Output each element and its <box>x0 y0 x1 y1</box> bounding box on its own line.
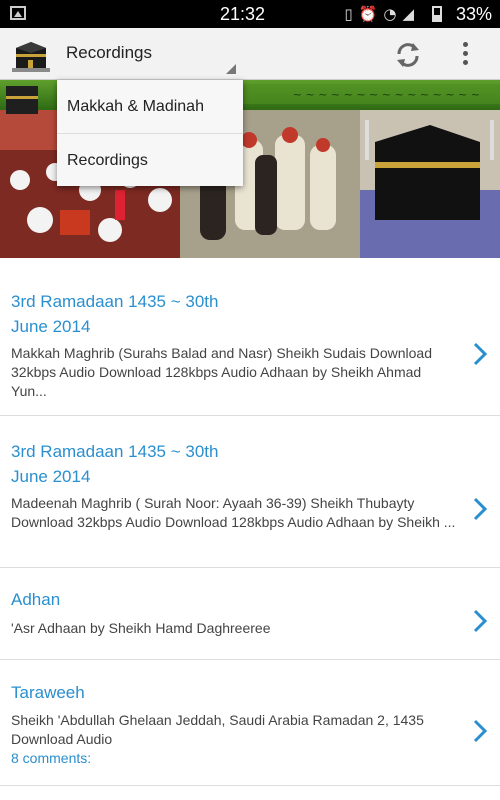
alarm-icon: ⏰ <box>358 5 384 23</box>
chevron-right-icon[interactable] <box>472 496 488 522</box>
item-body: 'Asr Adhaan by Sheikh Hamd Daghreeree <box>11 620 271 636</box>
dropdown-item-recordings[interactable]: Recordings <box>57 133 243 186</box>
action-bar: Recordings <box>0 28 500 80</box>
vibrate-icon: ▯ <box>344 5 359 23</box>
item-title-line: June 2014 <box>11 467 91 486</box>
refresh-icon[interactable] <box>393 40 423 70</box>
wifi-icon: ◔ <box>383 5 403 23</box>
item-title-line: 3rd Ramadaan 1435 ~ 30th <box>11 442 219 461</box>
comments-link[interactable]: 8 comments: <box>11 749 460 767</box>
item-title: 3rd Ramadaan 1435 ~ 30th June 2014 <box>11 439 460 489</box>
item-title: 3rd Ramadaan 1435 ~ 30th June 2014 <box>11 289 460 339</box>
list-item[interactable]: Adhan 'Asr Adhaan by Sheikh Hamd Daghree… <box>0 568 500 660</box>
item-title: Taraweeh <box>11 683 85 702</box>
spinner-indicator-icon[interactable] <box>226 64 236 74</box>
battery-percent: 33% <box>455 4 492 24</box>
image-notification-icon <box>10 6 26 20</box>
item-title: Adhan <box>11 590 61 609</box>
signal-icon: ◢ <box>402 5 420 23</box>
status-icons: ▯⏰◔◢ <box>344 5 420 23</box>
status-time: 21:32 <box>220 4 266 24</box>
chevron-right-icon[interactable] <box>472 608 488 634</box>
list-item[interactable]: 3rd Ramadaan 1435 ~ 30th June 2014 Madee… <box>0 416 500 568</box>
battery-icon <box>432 6 442 22</box>
kaaba-app-icon[interactable] <box>12 36 50 72</box>
item-body: Sheikh 'Abdullah Ghelaan Jeddah, Saudi A… <box>11 712 424 747</box>
navigation-dropdown: Makkah & Madinah Recordings <box>57 80 243 186</box>
recordings-list: 3rd Ramadaan 1435 ~ 30th June 2014 Makka… <box>0 258 500 786</box>
list-item[interactable]: Taraweeh Sheikh 'Abdullah Ghelaan Jeddah… <box>0 660 500 786</box>
status-bar: 21:32 ▯⏰◔◢ 33% <box>0 0 500 28</box>
list-item[interactable]: 3rd Ramadaan 1435 ~ 30th June 2014 Makka… <box>0 258 500 416</box>
dropdown-item-makkah-madinah[interactable]: Makkah & Madinah <box>57 80 243 133</box>
chevron-right-icon[interactable] <box>472 341 488 367</box>
item-body: Makkah Maghrib (Surahs Balad and Nasr) S… <box>11 345 432 399</box>
svg-text:~ ~ ~ ~ ~ ~ ~ ~ ~ ~ ~ ~ ~ ~ ~: ~ ~ ~ ~ ~ ~ ~ ~ ~ ~ ~ ~ ~ ~ ~ <box>293 88 480 101</box>
overflow-menu-icon[interactable] <box>460 40 470 68</box>
action-bar-title[interactable]: Recordings <box>66 43 152 63</box>
item-title-line: 3rd Ramadaan 1435 ~ 30th <box>11 292 219 311</box>
chevron-right-icon[interactable] <box>472 718 488 744</box>
item-title-line: June 2014 <box>11 317 91 336</box>
item-body: Madeenah Maghrib ( Surah Noor: Ayaah 36-… <box>11 495 456 530</box>
